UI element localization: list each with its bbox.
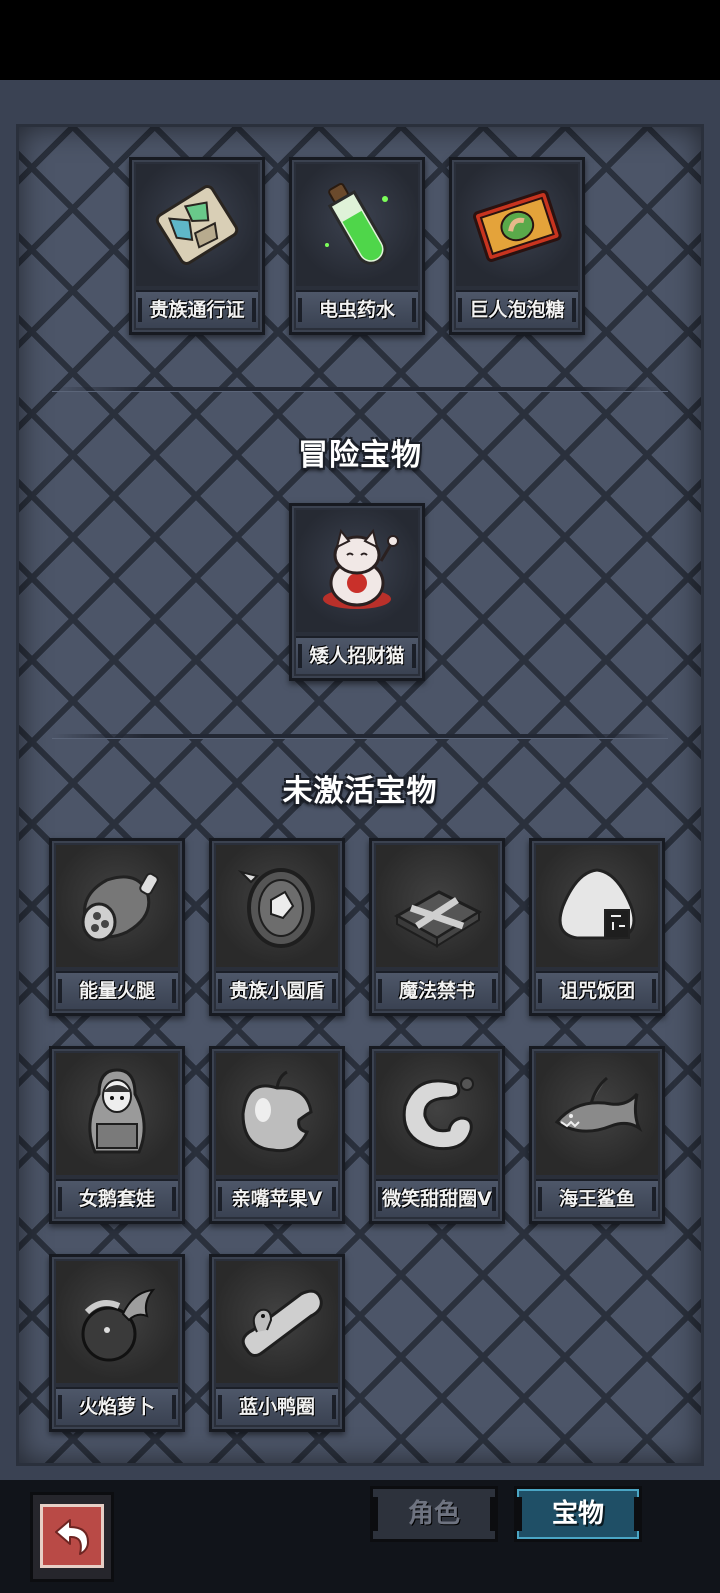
tab-treasure[interactable]: 宝物	[514, 1486, 642, 1542]
treasure-name: 魔法禁书	[376, 971, 498, 1009]
adventure-section-title: 冒险宝物	[298, 438, 422, 473]
treasure-item-giant-bubblegum[interactable]: 巨人泡泡糖	[449, 157, 585, 335]
status-bar	[0, 0, 720, 80]
tab-roles-label: 角色	[407, 1499, 460, 1529]
section-divider	[52, 734, 668, 738]
treasure-name: 诅咒饭团	[536, 971, 658, 1009]
treasure-name: 巨人泡泡糖	[456, 290, 578, 328]
fire-radish-icon	[56, 1261, 178, 1383]
tab-roles[interactable]: 角色	[370, 1486, 498, 1542]
treasure-name: 微笑甜甜圈V	[376, 1179, 498, 1217]
electric-potion-icon	[296, 164, 418, 286]
bitten-apple-icon	[216, 1053, 338, 1175]
treasure-item-forbidden-book[interactable]: 魔法禁书	[369, 838, 505, 1016]
treasure-name: 贵族小圆盾	[216, 971, 338, 1009]
treasure-item-ham[interactable]: 能量火腿	[49, 838, 185, 1016]
lucky-cat-icon	[296, 510, 418, 632]
noble-pass-icon	[136, 164, 258, 286]
ham-icon	[56, 845, 178, 967]
giant-bubblegum-icon	[456, 164, 578, 286]
back-arrow-icon	[40, 1504, 104, 1568]
treasure-item-donut[interactable]: 微笑甜甜圈V	[369, 1046, 505, 1224]
tab-treasure-label: 宝物	[551, 1499, 604, 1529]
treasure-name: 女鹅套娃	[56, 1179, 178, 1217]
shark-icon	[536, 1053, 658, 1175]
round-shield-icon	[216, 845, 338, 967]
treasure-name: 海王鲨鱼	[536, 1179, 658, 1217]
treasure-name: 贵族通行证	[136, 290, 258, 328]
duck-ring-icon	[216, 1261, 338, 1383]
treasure-item-bitten-apple[interactable]: 亲嘴苹果V	[209, 1046, 345, 1224]
treasure-name: 电虫药水	[296, 290, 418, 328]
rice-ball-icon	[536, 845, 658, 967]
treasure-item-nesting-doll[interactable]: 女鹅套娃	[49, 1046, 185, 1224]
treasure-name: 蓝小鸭圈	[216, 1387, 338, 1425]
treasure-item-lucky-cat[interactable]: 矮人招财猫	[289, 503, 425, 681]
donut-icon	[376, 1053, 498, 1175]
back-button[interactable]	[30, 1492, 114, 1582]
treasure-name: 亲嘴苹果V	[216, 1179, 338, 1217]
forbidden-book-icon	[376, 845, 498, 967]
treasure-item-shark[interactable]: 海王鲨鱼	[529, 1046, 665, 1224]
section-divider	[52, 387, 668, 391]
treasure-item-rice-ball[interactable]: 诅咒饭团	[529, 838, 665, 1016]
treasure-name: 能量火腿	[56, 971, 178, 1009]
treasure-item-duck-ring[interactable]: 蓝小鸭圈	[209, 1254, 345, 1432]
treasure-item-noble-pass[interactable]: 贵族通行证	[129, 157, 265, 335]
treasure-item-fire-radish[interactable]: 火焰萝卜	[49, 1254, 185, 1432]
nesting-doll-icon	[56, 1053, 178, 1175]
treasure-name: 矮人招财猫	[296, 636, 418, 674]
treasure-item-round-shield[interactable]: 贵族小圆盾	[209, 838, 345, 1016]
inactive-section-title: 未激活宝物	[282, 774, 438, 809]
treasure-item-electric-potion[interactable]: 电虫药水	[289, 157, 425, 335]
treasure-name: 火焰萝卜	[56, 1387, 178, 1425]
